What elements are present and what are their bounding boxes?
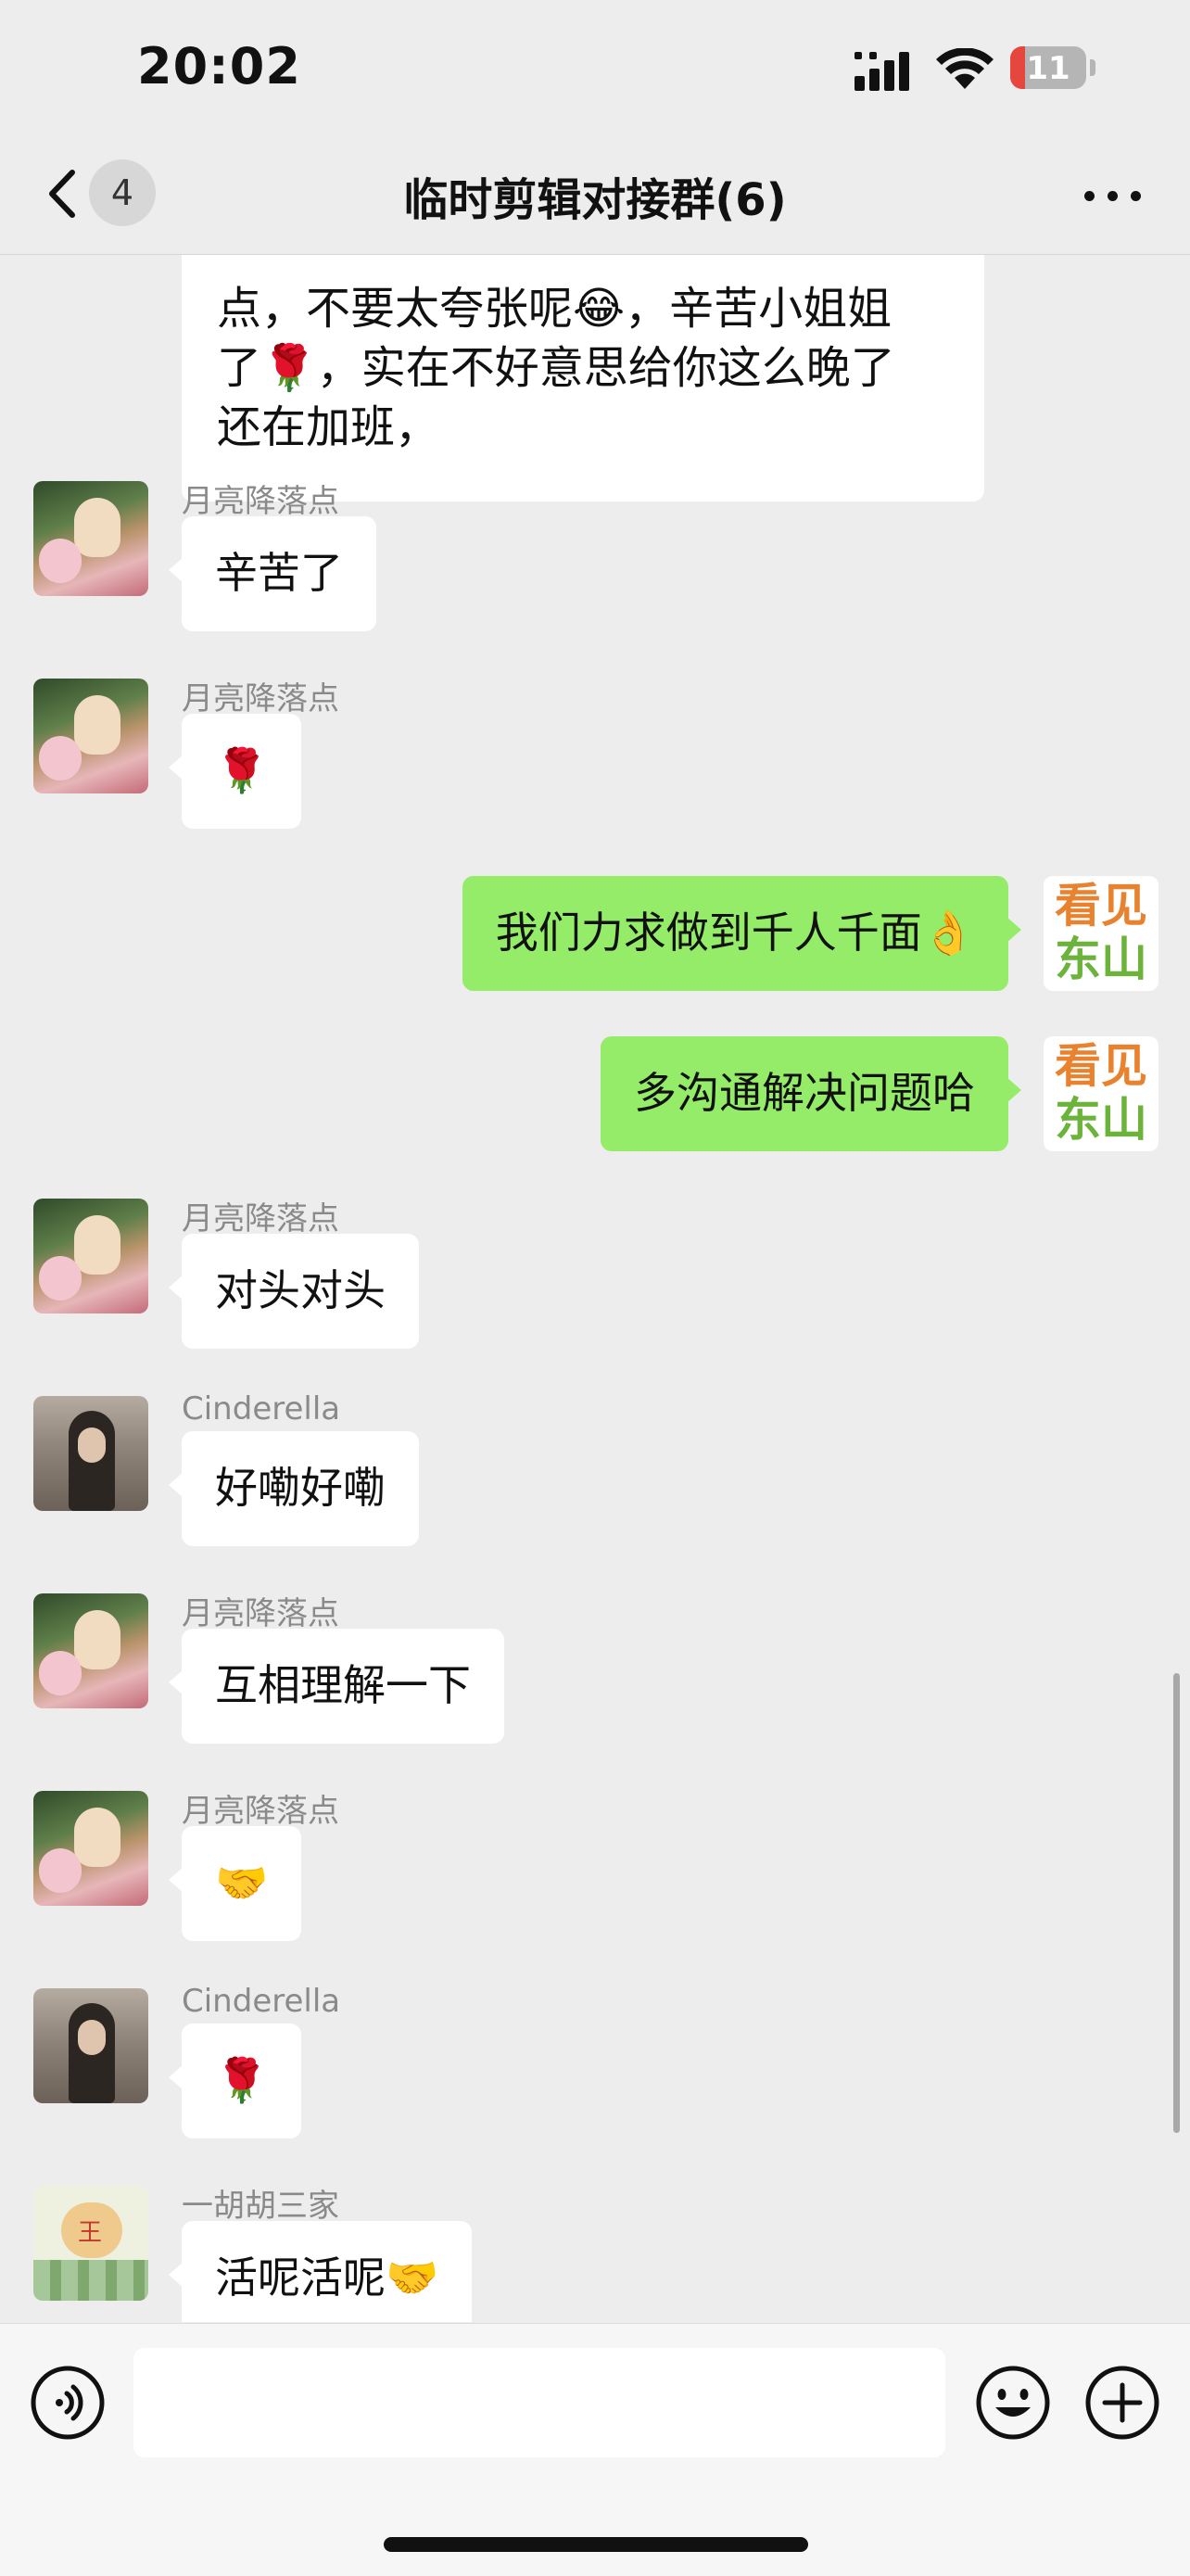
cellular-signal-icon (855, 52, 909, 91)
avatar[interactable]: 看见 东山 (1044, 1036, 1158, 1151)
message-bubble[interactable]: 我们力求做到千人千面👌 (462, 876, 1022, 991)
message-bubble[interactable]: 互相理解一下 (169, 1629, 504, 1744)
message-list[interactable]: 点，不要太夸张呢😂，辛苦小姐姐 了🌹，实在不好意思给你这么晚了 还在加班， 月亮… (0, 255, 1190, 2322)
avatar[interactable] (33, 1988, 148, 2103)
status-time: 20:02 (137, 37, 301, 95)
message-bubble[interactable]: 好嘞好嘞 (169, 1431, 419, 1546)
sender-name: 月亮降落点 (182, 1793, 339, 1830)
chat-title: 临时剪辑对接群(6) (403, 174, 787, 226)
message-bubble[interactable]: 辛苦了 (169, 516, 376, 631)
plus-icon[interactable] (1084, 2365, 1160, 2441)
message-bubble[interactable]: 🤝 (168, 1826, 302, 1941)
message-bubble[interactable]: 点，不要太夸张呢😂，辛苦小姐姐 了🌹，实在不好意思给你这么晚了 还在加班， (182, 255, 984, 501)
avatar-logo-line: 看见 (1055, 1039, 1147, 1093)
sender-name: 一胡胡三家 (182, 2188, 339, 2225)
wifi-icon (936, 48, 994, 89)
avatar-logo-line: 看见 (1055, 879, 1147, 933)
message-bubble[interactable]: 多沟通解决问题哈 (601, 1036, 1021, 1151)
message-bubble[interactable]: 🌹 (168, 2024, 302, 2138)
sender-name: Cinderella (182, 1983, 341, 2020)
avatar-logo-line: 东山 (1055, 933, 1147, 986)
avatar[interactable] (33, 1593, 148, 1708)
sender-name: 月亮降落点 (182, 1595, 339, 1632)
sender-name: 月亮降落点 (182, 1200, 339, 1237)
nav-bar: 4 临时剪辑对接群(6) (0, 139, 1190, 255)
message-bubble[interactable]: 活呢活呢🤝 (168, 2221, 473, 2322)
sender-name: Cinderella (182, 1390, 341, 1428)
status-bar: 20:02 11 (0, 0, 1190, 139)
scrollbar[interactable] (1173, 1673, 1180, 2133)
more-dots-icon[interactable] (1081, 176, 1146, 213)
avatar-text: 王 (78, 2219, 103, 2247)
message-line: 还在加班， (217, 401, 440, 453)
battery-cap (1090, 59, 1095, 76)
message-bubble[interactable]: 对头对头 (169, 1234, 419, 1349)
avatar[interactable]: 王 (33, 2186, 148, 2301)
avatar[interactable] (33, 1791, 148, 1906)
emoji-icon[interactable] (975, 2365, 1051, 2441)
message-line: 点，不要太夸张呢😂，辛苦小姐姐 (217, 283, 892, 335)
sender-name: 月亮降落点 (182, 680, 339, 717)
home-indicator[interactable] (384, 2537, 808, 2552)
message-input[interactable] (133, 2348, 945, 2457)
avatar[interactable] (33, 1199, 148, 1313)
avatar-logo-line: 东山 (1055, 1093, 1147, 1147)
message-line: 了🌹，实在不好意思给你这么晚了 (217, 342, 895, 394)
sender-name: 月亮降落点 (182, 483, 339, 520)
avatar[interactable] (33, 481, 148, 596)
battery-icon: 11 (1010, 46, 1086, 89)
avatar[interactable] (33, 1396, 148, 1511)
battery-level: 11 (1026, 50, 1070, 87)
avatar[interactable]: 看见 东山 (1044, 876, 1158, 991)
avatar[interactable] (33, 679, 148, 793)
message-bubble[interactable]: 🌹 (168, 714, 302, 829)
voice-icon[interactable] (30, 2365, 106, 2441)
